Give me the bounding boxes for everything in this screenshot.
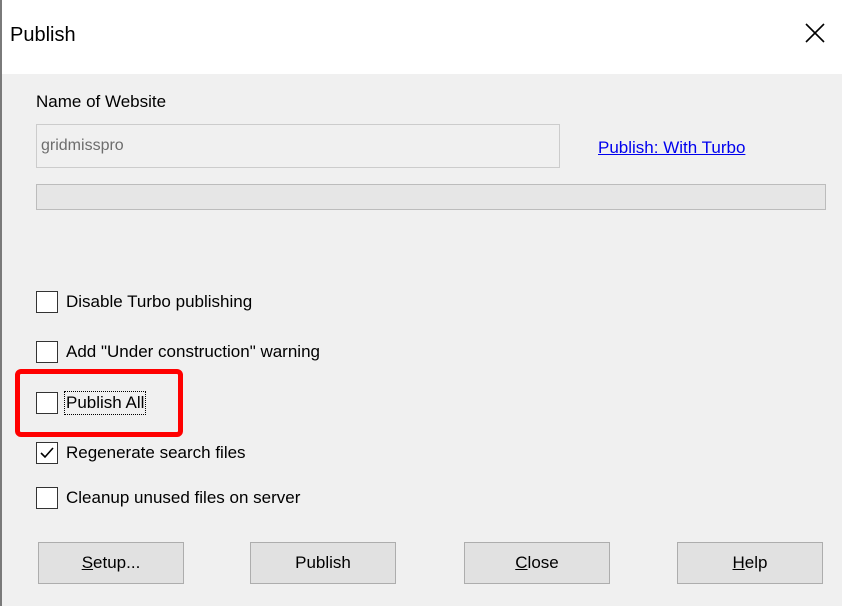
cleanup-unused-label: Cleanup unused files on server [66,488,301,507]
option-disable-turbo[interactable]: Disable Turbo publishing [36,288,252,316]
regenerate-search-label: Regenerate search files [66,443,246,462]
website-name-label: Name of Website [36,92,167,111]
dialog-title: Publish [10,24,76,46]
publish-dialog: Publish Name of Website Publish: With Tu… [0,0,842,606]
publish-all-checkbox[interactable] [36,392,58,414]
checkmark-icon [40,447,54,459]
under-construction-checkbox[interactable] [36,341,58,363]
window-edge [0,0,2,606]
regenerate-search-checkbox[interactable] [36,442,58,464]
publish-with-turbo-link[interactable]: Publish: With Turbo [598,138,745,158]
option-under-construction[interactable]: Add "Under construction" warning [36,338,320,366]
close-icon[interactable] [802,20,828,46]
setup-button[interactable]: Setup... [38,542,184,584]
publish-all-label: Publish All [63,391,147,415]
title-bar: Publish [2,0,842,74]
cleanup-unused-checkbox[interactable] [36,487,58,509]
under-construction-label: Add "Under construction" warning [66,342,320,361]
website-name-input[interactable] [36,124,560,168]
option-publish-all[interactable]: Publish All [36,389,147,417]
help-button[interactable]: Help [677,542,823,584]
progress-bar [36,184,826,210]
option-regenerate-search[interactable]: Regenerate search files [36,439,246,467]
disable-turbo-checkbox[interactable] [36,291,58,313]
close-button[interactable]: Close [464,542,610,584]
publish-button[interactable]: Publish [250,542,396,584]
disable-turbo-label: Disable Turbo publishing [66,292,253,311]
option-cleanup-unused[interactable]: Cleanup unused files on server [36,484,300,512]
